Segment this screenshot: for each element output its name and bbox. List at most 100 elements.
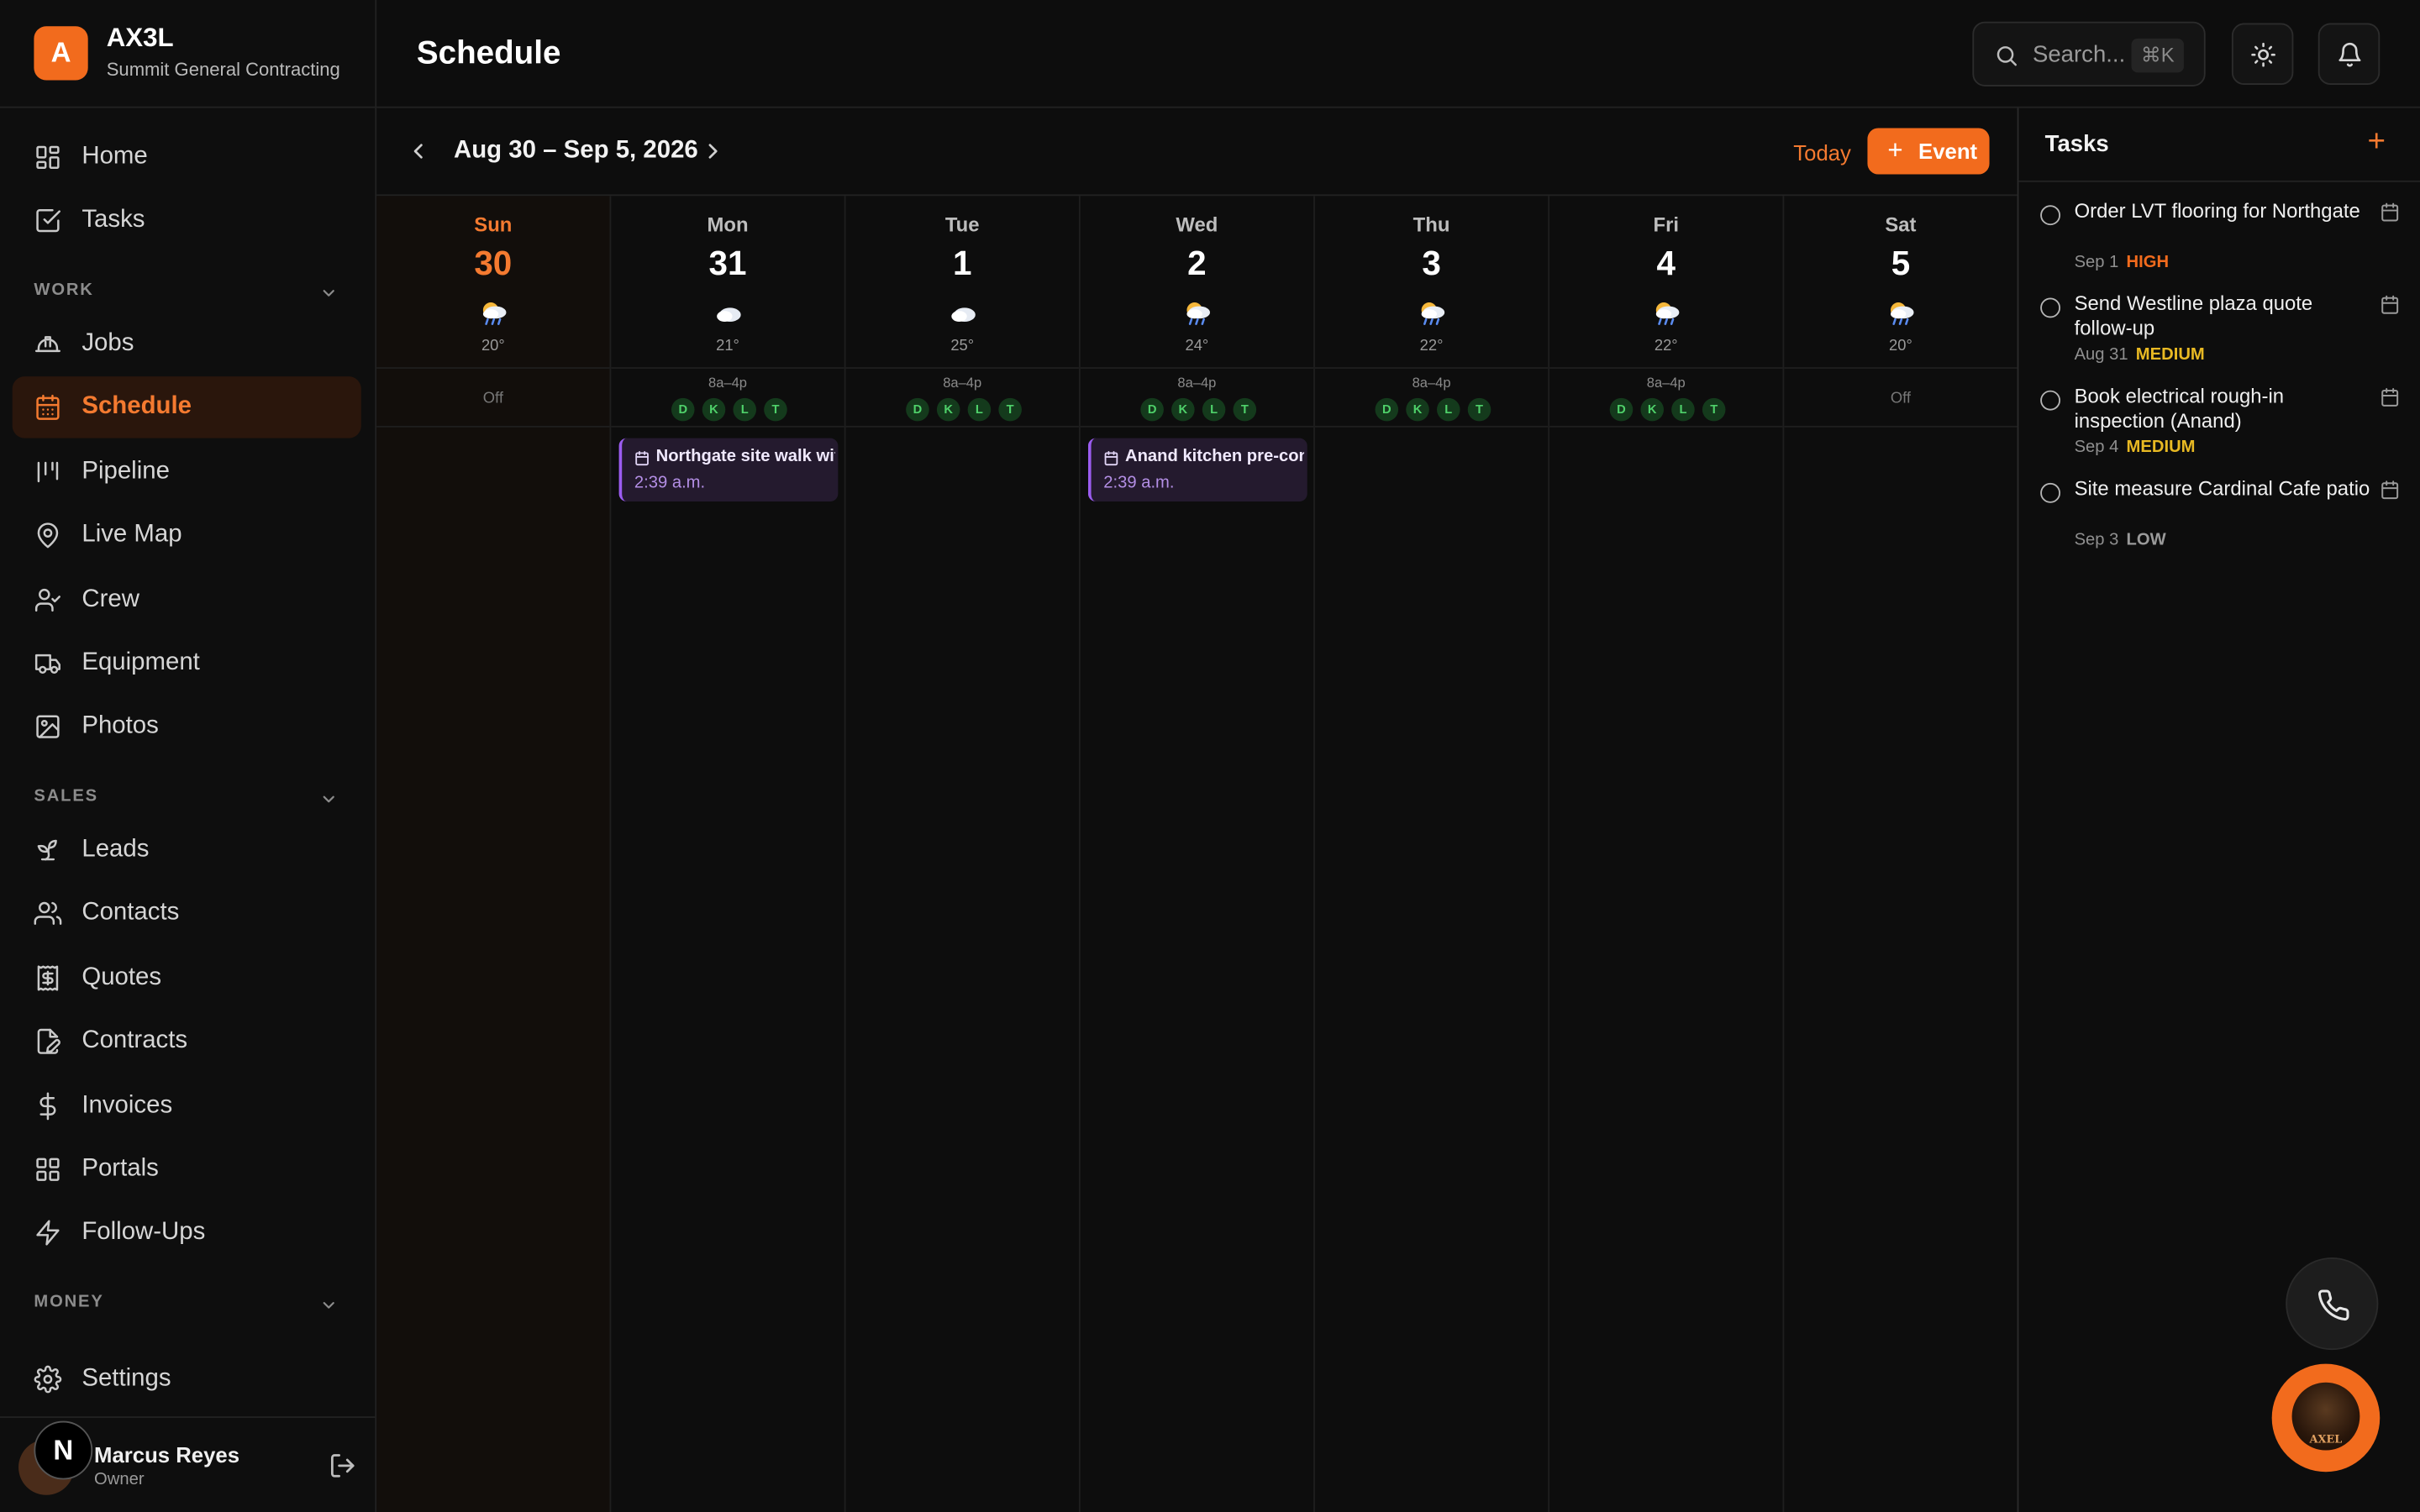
crew-member-avatar[interactable]: T [764,397,787,422]
sidebar-item-equipment[interactable]: Equipment [13,633,361,694]
day-number: 4 [1656,244,1676,283]
task-meta: Aug 31 MEDIUM [2075,345,2205,364]
crew-member-avatar[interactable]: T [1467,397,1491,422]
sidebar-item-portals[interactable]: Portals [13,1139,361,1200]
day-temperature: 22° [1654,338,1678,355]
crew-member-avatar[interactable]: D [1375,397,1399,422]
sidebar-item-settings[interactable]: Settings [13,1348,361,1410]
add-event-button[interactable]: + Event [1867,128,1990,175]
ai-assistant-button[interactable]: AXEL [2271,1363,2381,1473]
task-title: Site measure Cardinal Cafe patio [2074,476,2370,501]
sidebar-item-contacts[interactable]: Contacts [13,883,361,944]
dev-tools-badge[interactable]: N [34,1420,93,1480]
crew-member-avatar[interactable]: K [1171,397,1195,422]
event-card[interactable]: Anand kitchen pre-con 2:39 a.m. [1087,438,1307,501]
crew-member-avatar[interactable]: D [1140,397,1164,422]
crew-member-avatar[interactable]: L [1671,397,1695,422]
search-input[interactable]: Search... ⌘K [1972,21,2206,87]
chevron-down-icon[interactable] [319,282,338,301]
crew-shift[interactable]: 8a–4p D K L T [1080,369,1314,428]
crew-shift[interactable]: Off [1784,369,2018,428]
day-temperature: 22° [1419,338,1444,355]
calendar-icon[interactable] [2380,480,2400,500]
day-column-thu[interactable]: Thu 3 22° 8a–4p D K L T [1314,196,1550,1512]
sidebar-item-contracts[interactable]: Contracts [13,1011,361,1072]
crew-member-avatar[interactable]: K [936,397,960,422]
calendar-icon[interactable] [2380,295,2400,315]
chevron-left-icon[interactable] [406,139,430,163]
crew-member-avatar[interactable]: L [967,397,992,422]
crew-member-avatar[interactable]: L [1202,397,1226,422]
sidebar-item-schedule[interactable]: Schedule [12,376,361,439]
calendar-icon[interactable] [2380,202,2400,223]
task-checkbox[interactable] [2040,297,2061,318]
crew-member-avatar[interactable]: L [733,397,757,422]
day-number: 5 [1891,244,1911,283]
crew-shift[interactable]: Off [376,369,610,428]
logout-icon[interactable] [329,1452,356,1479]
crew-avatars: DKLT [1609,397,1733,423]
brand-header: A AX3L Summit General Contracting [0,0,376,108]
day-column-wed[interactable]: Wed 2 24° 8a–4p D K L T Anand kitchen pre-con 2:3… [1080,196,1315,1512]
crew-member-avatar[interactable]: K [1640,397,1665,422]
sidebar-item-label: Follow-Ups [82,1219,206,1246]
day-name: Wed [1176,213,1218,237]
task-checkbox[interactable] [2040,390,2061,411]
day-header: Thu 3 22° [1314,196,1549,369]
crew-shift[interactable]: 8a–4p D K L T [845,369,1079,428]
calendar-toolbar: Aug 30 – Sep 5, 2026 Today + Event [376,108,2018,197]
sidebar-item-tasks[interactable]: Tasks [13,190,361,251]
day-header: Sun 30 20° [376,196,610,369]
sidebar-item-leads[interactable]: Leads [13,819,361,880]
sidebar-item-photos[interactable]: Photos [13,696,361,758]
chevron-down-icon[interactable] [319,1294,338,1313]
crew-member-avatar[interactable]: D [906,397,929,422]
day-name: Mon [707,213,749,237]
sidebar-item-invoices[interactable]: Invoices [13,1074,361,1136]
add-task-button[interactable]: + [2368,127,2386,158]
theme-toggle-button[interactable] [2231,23,2294,86]
day-name: Sat [1885,213,1917,237]
hardhat-icon [34,336,60,353]
today-button[interactable]: Today [1793,140,1851,165]
call-button[interactable] [2286,1257,2379,1351]
sidebar-item-crew[interactable]: Crew [13,569,361,630]
day-column-fri[interactable]: Fri 4 22° 8a–4p D K L T [1549,196,1785,1512]
task-checkbox[interactable] [2040,205,2061,226]
brand-logo[interactable]: A [34,26,88,81]
day-column-sun[interactable]: Sun 30 20° Off [376,196,612,1512]
task-meta: Sep 4 MEDIUM [2075,438,2196,457]
chevron-right-icon[interactable] [701,139,725,163]
sidebar-item-jobs[interactable]: Jobs [13,313,361,375]
crew-member-avatar[interactable]: T [998,397,1022,422]
crew-shift[interactable]: 8a–4p D K L T [611,369,844,428]
crew-member-avatar[interactable]: K [1406,397,1429,422]
task-checkbox[interactable] [2040,482,2061,503]
user-name: Marcus Reyes [94,1442,240,1467]
day-header: Sat 5 20° [1784,196,2018,369]
calendar-icon[interactable] [2380,387,2400,407]
crew-member-avatar[interactable]: L [1437,397,1460,422]
chevron-down-icon[interactable] [319,789,338,807]
crew-member-avatar[interactable]: D [1609,397,1634,422]
grid-icon [36,145,60,169]
sidebar-item-follow-ups[interactable]: Follow-Ups [13,1203,361,1264]
crew-member-avatar[interactable]: K [702,397,726,422]
sidebar-item-home[interactable]: Home [13,127,361,188]
sidebar-item-live-map[interactable]: Live Map [13,505,361,566]
day-column-sat[interactable]: Sat 5 20° Off [1784,196,2019,1512]
crew-shift[interactable]: 8a–4p D K L T [1314,369,1549,428]
crew-member-avatar[interactable]: D [671,397,695,422]
notifications-button[interactable] [2317,23,2381,86]
day-column-tue[interactable]: Tue 1 25° 8a–4p D K L T [845,196,1081,1512]
rain-cloud-icon [1186,302,1211,326]
tasks-header: Tasks + [2018,108,2420,182]
day-column-mon[interactable]: Mon 31 21° 8a–4p D K L T Northgate site walk wit… [611,196,846,1512]
crew-member-avatar[interactable]: T [1233,397,1257,422]
sidebar-item-quotes[interactable]: Quotes [13,947,361,1008]
event-card[interactable]: Northgate site walk wit 2:39 a.m. [618,438,839,501]
crew-shift[interactable]: 8a–4p D K L T [1549,369,1783,428]
sidebar-item-pipeline[interactable]: Pipeline [13,441,361,502]
crew-member-avatar[interactable]: T [1702,397,1726,422]
sidebar-item-label: Equipment [82,649,200,676]
